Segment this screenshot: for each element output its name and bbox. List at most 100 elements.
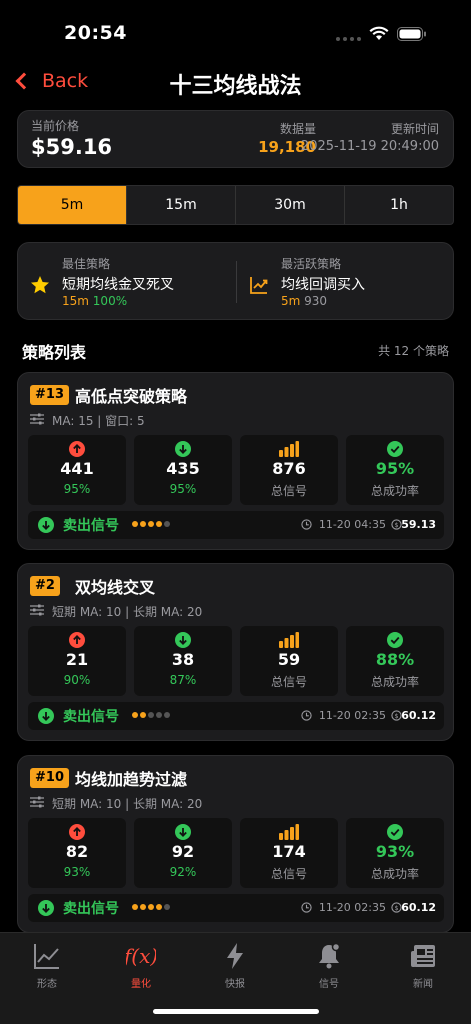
total-signals: 876	[272, 459, 306, 478]
tabbar-item-flash[interactable]: 快报	[205, 941, 265, 990]
battery-icon	[397, 26, 426, 41]
success-rate-label: 总成功率	[370, 867, 419, 881]
star-icon	[31, 276, 49, 294]
buy-stat: 21 90%	[28, 626, 126, 696]
tabbar-item-signal[interactable]: 信号	[299, 941, 359, 990]
sell-count: 92	[171, 842, 195, 861]
strength-dot	[148, 521, 154, 527]
signal-price: 60.12	[401, 901, 436, 914]
wifi-icon	[369, 26, 389, 40]
strength-dot	[164, 712, 170, 718]
check-circle-icon	[387, 632, 403, 648]
total-signals: 174	[272, 842, 306, 861]
sell-stat: 92 92%	[134, 818, 232, 888]
active-strategy-count: 930	[304, 294, 328, 308]
strength-dot	[164, 904, 170, 910]
buy-rate: 95%	[63, 482, 91, 496]
signal-price: 59.13	[401, 518, 436, 531]
active-strategy-name: 均线回调买入	[281, 277, 365, 293]
strategy-card[interactable]: #10 均线加趋势过滤 短期 MA: 10 | 长期 MA: 20 82 93% 92 92…	[17, 755, 454, 933]
strategy-params: MA: 15 | 窗口: 5	[52, 414, 145, 428]
signal-label: 卖出信号	[63, 901, 119, 917]
signal-bars-icon	[279, 632, 299, 648]
success-rate: 93%	[375, 842, 415, 861]
strength-dot	[132, 521, 138, 527]
strength-dot	[132, 904, 138, 910]
signal-bars-icon	[279, 441, 299, 457]
strategy-card[interactable]: #13 高低点突破策略 MA: 15 | 窗口: 5 441 95% 435 95% 876 总…	[17, 372, 454, 550]
success-rate-label: 总成功率	[370, 675, 419, 689]
signal-price: 60.12	[401, 709, 436, 722]
best-strategy-name: 短期均线金叉死叉	[62, 277, 174, 293]
buy-stat: 82 93%	[28, 818, 126, 888]
tab-1h[interactable]: 1h	[344, 186, 453, 224]
tab-15m[interactable]: 15m	[126, 186, 235, 224]
tabbar-item-quant[interactable]: f(x) 量化	[111, 941, 171, 990]
total-signals-label: 总信号	[270, 675, 307, 689]
signal-label: 卖出信号	[63, 518, 119, 534]
strength-dot	[156, 904, 162, 910]
best-strategy[interactable]: 最佳策略 短期均线金叉死叉 15m 100%	[18, 255, 236, 308]
clock-icon	[301, 519, 312, 530]
best-strategy-meta: 15m 100%	[62, 294, 127, 308]
buy-count: 441	[60, 459, 94, 478]
signal-strength	[132, 904, 170, 910]
signal-time: 11-20 02:35	[318, 709, 386, 722]
strategy-name: 双均线交叉	[75, 578, 156, 597]
status-bar: 20:54	[0, 0, 471, 62]
arrow-down-circle-icon	[175, 632, 191, 648]
strategy-list-title: 策略列表	[22, 343, 87, 362]
best-strategy-rate: 100%	[92, 294, 128, 308]
update-time-label: 更新时间	[390, 122, 439, 136]
stats-row: 441 95% 435 95% 876 总信号 95% 总成功率	[28, 435, 444, 505]
signal-footer: 卖出信号 11-20 04:35 $59.13	[28, 511, 444, 539]
strategy-card[interactable]: #2 双均线交叉 短期 MA: 10 | 长期 MA: 20 21 90% 38 87% 59…	[17, 563, 454, 741]
signal-footer: 卖出信号 11-20 02:35 $60.12	[28, 894, 444, 922]
strength-dot	[140, 712, 146, 718]
best-strategy-timeframe: 15m	[62, 294, 89, 308]
rank-badge: #2	[30, 576, 60, 596]
check-circle-icon	[387, 824, 403, 840]
sell-rate: 95%	[169, 482, 197, 496]
svg-text:$: $	[394, 712, 398, 720]
total-stat: 174 总信号	[240, 818, 338, 888]
arrow-down-circle-icon	[175, 441, 191, 457]
signal-time: 11-20 04:35	[318, 518, 386, 531]
tabbar-label-signal: 信号	[319, 979, 339, 990]
arrow-down-circle-icon	[38, 517, 54, 533]
strategy-params: 短期 MA: 10 | 长期 MA: 20	[52, 797, 203, 811]
svg-text:f(x): f(x)	[126, 944, 156, 968]
sliders-icon	[30, 604, 44, 616]
status-icons	[336, 26, 427, 41]
buy-count: 82	[65, 842, 89, 861]
best-strategy-label: 最佳策略	[62, 257, 111, 271]
buy-stat: 441 95%	[28, 435, 126, 505]
arrow-up-circle-icon	[69, 824, 85, 840]
active-strategy[interactable]: 最活跃策略 均线回调买入 5m 930	[237, 255, 455, 308]
signal-strength	[132, 712, 170, 718]
stats-row: 82 93% 92 92% 174 总信号 93% 总成功率	[28, 818, 444, 888]
tabbar-item-pattern[interactable]: 形态	[17, 941, 77, 990]
signal-footer: 卖出信号 11-20 02:35 $60.12	[28, 702, 444, 730]
buy-rate: 93%	[63, 865, 91, 879]
tabbar-label-quant: 量化	[131, 979, 151, 990]
sell-stat: 435 95%	[134, 435, 232, 505]
tabbar-label-flash: 快报	[225, 979, 245, 990]
tab-30m[interactable]: 30m	[235, 186, 344, 224]
strategy-count: 共 12 个策略	[378, 344, 449, 358]
rank-badge: #13	[30, 385, 69, 405]
tabbar-label-news: 新闻	[413, 979, 433, 990]
sell-rate: 87%	[169, 673, 197, 687]
strength-dot	[148, 904, 154, 910]
strength-dot	[156, 712, 162, 718]
sell-count: 435	[166, 459, 200, 478]
strength-dot	[164, 521, 170, 527]
svg-text:$: $	[394, 904, 398, 912]
strategy-params: 短期 MA: 10 | 长期 MA: 20	[52, 605, 203, 619]
strategy-name: 高低点突破策略	[75, 387, 188, 406]
tabbar-item-news[interactable]: 新闻	[393, 941, 453, 990]
buy-count: 21	[65, 650, 89, 669]
rank-badge: #10	[30, 768, 69, 788]
clock-icon	[301, 902, 312, 913]
tab-5m[interactable]: 5m	[18, 186, 126, 224]
